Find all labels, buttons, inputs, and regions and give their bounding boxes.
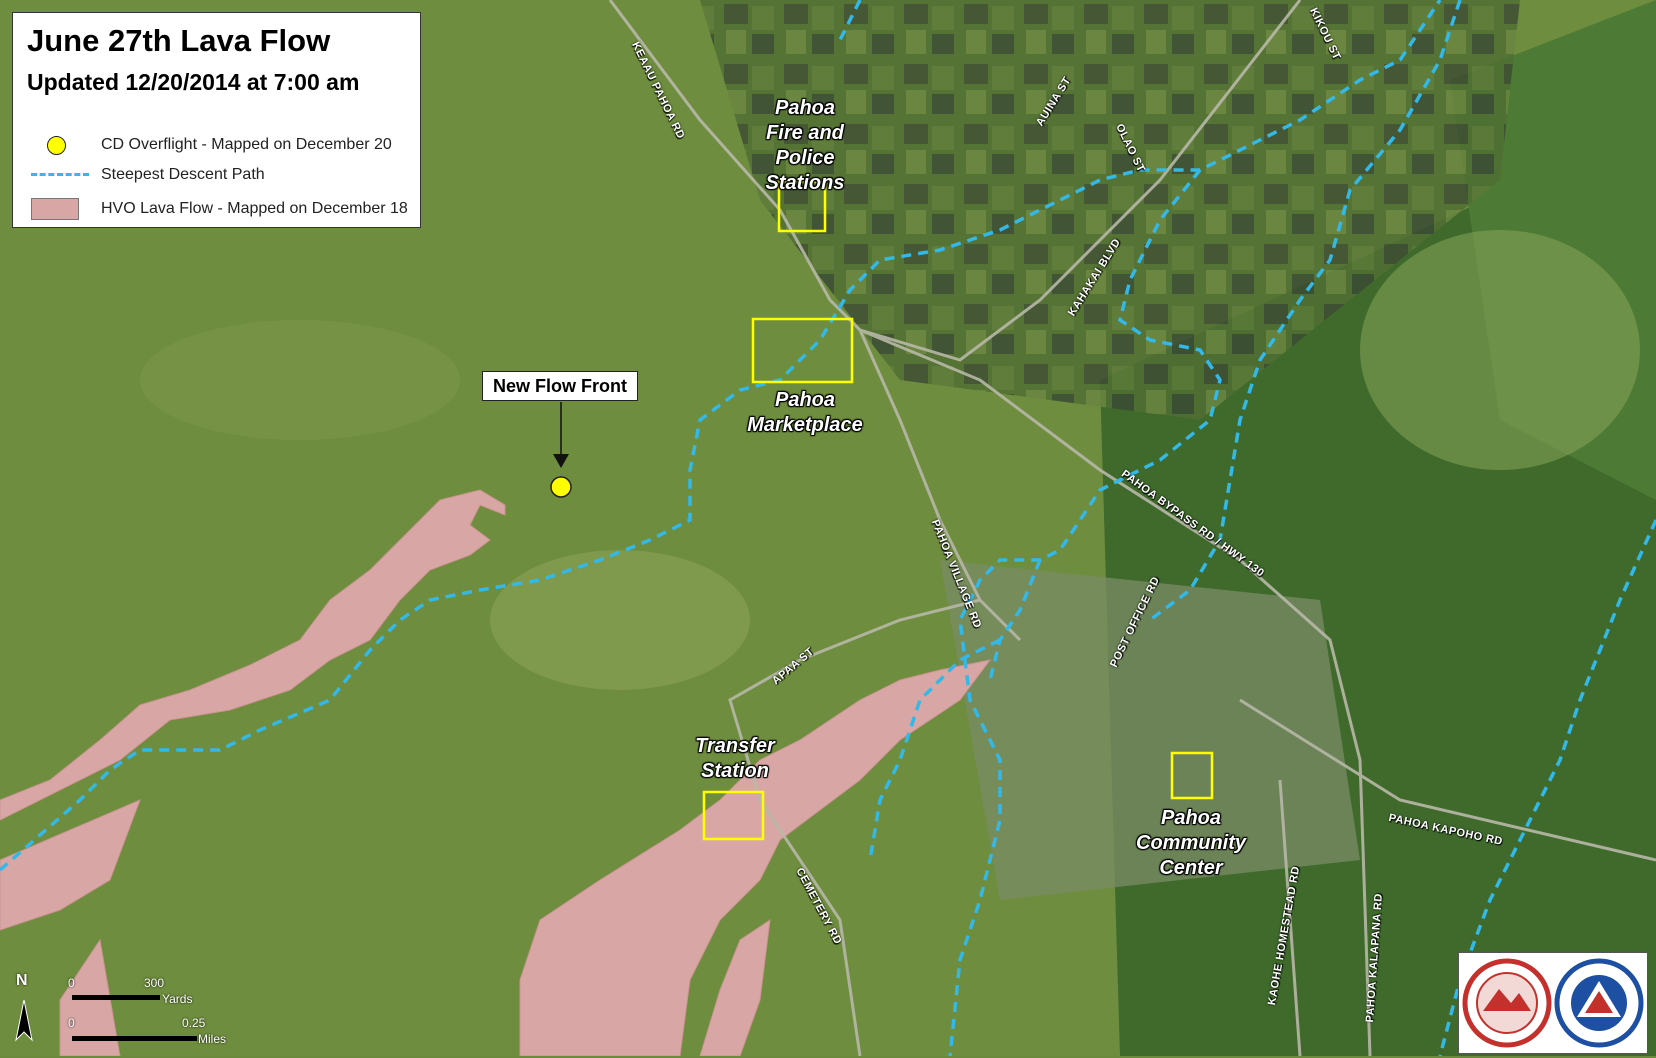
legend-panel: June 27th Lava Flow Updated 12/20/2014 a… (12, 12, 421, 228)
legend-item-label: HVO Lava Flow - Mapped on December 18 (101, 200, 408, 217)
north-label: N (16, 972, 28, 989)
dashed-line-icon (31, 173, 89, 176)
legend-item-label: CD Overflight - Mapped on December 20 (101, 136, 392, 153)
legend-item-label: Steepest Descent Path (101, 166, 265, 183)
legend-updated: Updated 12/20/2014 at 7:00 am (27, 69, 360, 95)
place-label-marketplace: Pahoa Marketplace (747, 389, 863, 436)
scale-miles-unit: Miles (198, 1032, 227, 1046)
scale-miles-zero: 0 (68, 1016, 75, 1030)
scale-miles-max: 0.25 (182, 1016, 206, 1030)
county-seal-icon (1462, 958, 1552, 1048)
place-label-transfer-station: Transfer Station (695, 735, 775, 782)
legend-title: June 27th Lava Flow (27, 23, 331, 58)
legend-item-overflight: CD Overflight - Mapped on December 20 (29, 131, 392, 159)
scale-yards-unit: Yards (162, 992, 193, 1006)
new-flow-front-callout: New Flow Front (482, 371, 638, 401)
legend-item-lava: HVO Lava Flow - Mapped on December 18 (29, 195, 408, 223)
scale-yards-max: 300 (144, 976, 165, 990)
pink-swatch-icon (31, 198, 79, 220)
scale-yards-zero: 0 (68, 976, 75, 990)
agency-logos (1458, 952, 1648, 1054)
legend-item-descent: Steepest Descent Path (29, 161, 265, 189)
place-label-fire-police: Pahoa Fire and Police Stations (765, 97, 845, 194)
scale-bar: N 0 300 Yards 0 0.25 Miles (12, 970, 242, 1050)
civil-defense-icon (1554, 958, 1644, 1048)
yellow-dot-icon (47, 136, 66, 155)
place-label-community-center: Pahoa Community Center (1136, 807, 1246, 879)
overflight-point (550, 476, 572, 498)
